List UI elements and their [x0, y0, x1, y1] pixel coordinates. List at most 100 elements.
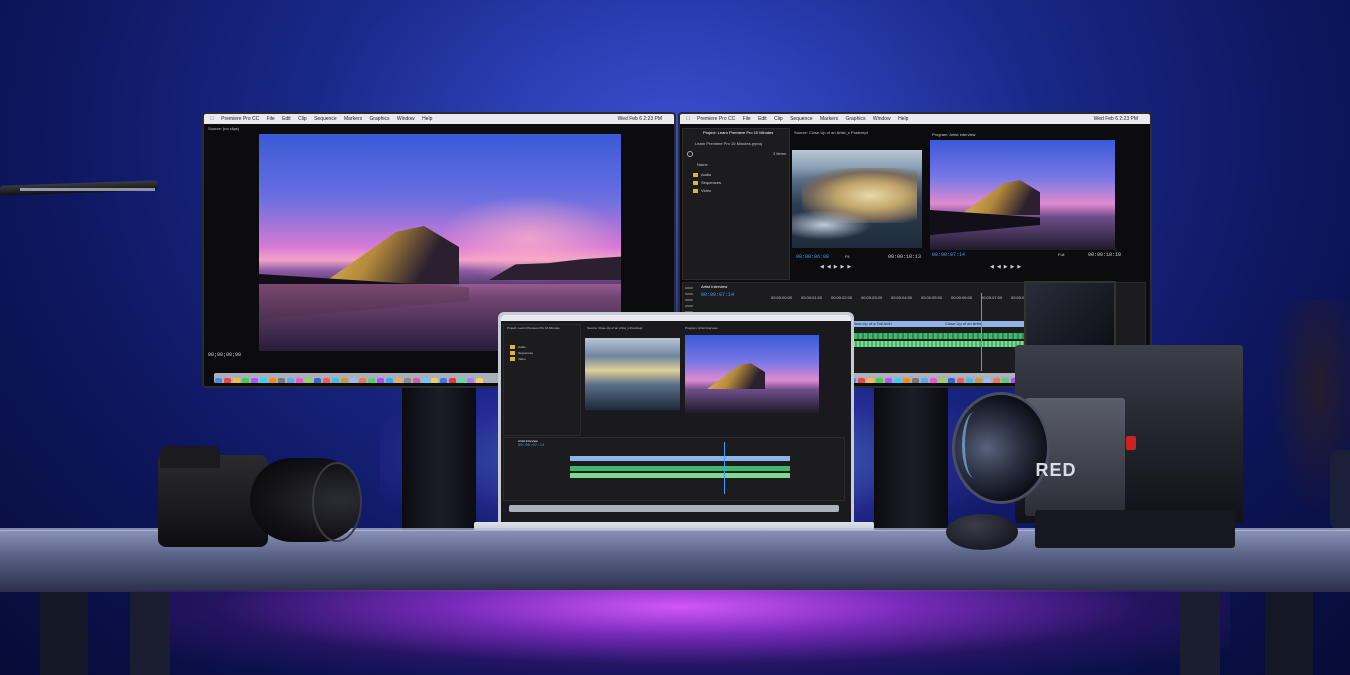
- folder-sequences[interactable]: Sequences: [693, 180, 721, 185]
- folder-video[interactable]: Video: [693, 188, 711, 193]
- ruler-6: 00:00:06:00: [951, 295, 972, 300]
- laptop-timeline-panel: Artist Interview 00:00:07:14: [503, 437, 845, 501]
- ruler-0: 00:00:00:00: [771, 295, 792, 300]
- menu-window[interactable]: Window: [397, 116, 415, 122]
- source-preview-image: [792, 150, 922, 248]
- desk-leg-right-2: [1265, 592, 1313, 675]
- apple-icon[interactable]: : [686, 116, 690, 122]
- menubar-clock: Wed Feb 6 2:23 PM: [1094, 114, 1138, 124]
- program-preview-image: [930, 140, 1115, 250]
- laptop-lid: Project: Learn Premiere Pro 10 Minutes A…: [498, 312, 854, 530]
- laptop-dock: [509, 505, 839, 512]
- left-menubar:  Premiere Pro CC File Edit Clip Sequenc…: [204, 114, 674, 124]
- red-logo-text: RED: [1035, 460, 1076, 480]
- laptop-folder-video[interactable]: Video: [510, 357, 526, 361]
- menu-markers[interactable]: Markers: [344, 116, 362, 122]
- laptop-source-tab[interactable]: Source: Close-Up of an Artist_s Postcrep…: [587, 326, 642, 330]
- right-menubar:  Premiere Pro CC File Edit Clip Sequenc…: [680, 114, 1150, 124]
- sequence-timecode: 00:00:07:14: [701, 292, 734, 298]
- program-transport-controls[interactable]: ◀◀▶▶▶: [990, 264, 1070, 270]
- folder-icon: [693, 189, 698, 193]
- menu-clip[interactable]: Clip: [774, 116, 783, 122]
- ruler-4: 00:00:04:00: [891, 295, 912, 300]
- laptop-folder-audio[interactable]: Audio: [510, 345, 526, 349]
- laptop-sequence-tab[interactable]: Artist Interview: [518, 439, 538, 443]
- ruler-2: 00:00:02:00: [831, 295, 852, 300]
- left-panel-tab[interactable]: Source: (no clips): [208, 126, 239, 131]
- cinema-camera-base-plate: [1035, 510, 1235, 548]
- computer-mouse: [946, 514, 1018, 550]
- folder-audio[interactable]: Audio: [693, 172, 711, 177]
- menu-app[interactable]: Premiere Pro CC: [697, 116, 735, 122]
- laptop-audio-clip-2[interactable]: [570, 473, 790, 478]
- source-preview-surf: [792, 210, 872, 240]
- menu-edit[interactable]: Edit: [282, 116, 291, 122]
- laptop-video-clip[interactable]: [570, 456, 790, 461]
- right-monitor-stand: [874, 382, 948, 537]
- laptop-program-tab[interactable]: Program: Artist Interview: [685, 326, 718, 330]
- project-search-icon[interactable]: [687, 151, 693, 157]
- menu-file[interactable]: File: [267, 116, 275, 122]
- ruler-7: 00:00:07:00: [981, 295, 1002, 300]
- folder-icon: [693, 173, 698, 177]
- menu-app[interactable]: Premiere Pro CC: [221, 116, 259, 122]
- menu-edit[interactable]: Edit: [758, 116, 767, 122]
- menubar-clock: Wed Feb 6 2:23 PM: [618, 114, 662, 124]
- laptop-folder-video-label: Video: [518, 357, 526, 361]
- ruler-3: 00:00:03:00: [861, 295, 882, 300]
- left-timecode: 00;00;00;00: [208, 352, 241, 358]
- folder-icon: [693, 181, 698, 185]
- left-preview-building: [319, 226, 459, 286]
- menu-graphics[interactable]: Graphics: [845, 116, 865, 122]
- laptop-menubar: [501, 315, 851, 321]
- cinema-camera-lens-highlight: [962, 412, 987, 478]
- timeline-audio-clip[interactable]: [849, 333, 1029, 339]
- menu-markers[interactable]: Markers: [820, 116, 838, 122]
- project-tab[interactable]: Project: Learn Premiere Pro 10 Minutes: [703, 130, 773, 135]
- desk-lamp-light: [20, 188, 155, 191]
- menu-graphics[interactable]: Graphics: [369, 116, 389, 122]
- program-full[interactable]: Full: [1058, 252, 1064, 257]
- menu-file[interactable]: File: [743, 116, 751, 122]
- laptop-audio-clip[interactable]: [570, 466, 790, 471]
- laptop-project-tab[interactable]: Project: Learn Premiere Pro 10 Minutes: [507, 326, 560, 330]
- menu-clip[interactable]: Clip: [298, 116, 307, 122]
- mirrorless-camera-lens-ring: [312, 462, 362, 542]
- program-duration: 00:00:18:10: [1088, 252, 1121, 258]
- under-desk-led-glow: [130, 590, 1230, 675]
- timeline-audio-clip-2[interactable]: [849, 341, 1029, 347]
- folder-icon: [510, 345, 515, 349]
- cinema-camera-button-red: [1126, 436, 1136, 450]
- laptop-folder-sequences[interactable]: Sequences: [510, 351, 533, 355]
- source-tab[interactable]: Source: Close-Up of an Artist_s Postcrep…: [794, 130, 868, 135]
- laptop-project-panel: Project: Learn Premiere Pro 10 Minutes A…: [503, 324, 581, 436]
- menu-help[interactable]: Help: [422, 116, 432, 122]
- menu-window[interactable]: Window: [873, 116, 891, 122]
- clip-label-2: Close-Up of an Artist: [945, 321, 982, 326]
- laptop-playhead[interactable]: [724, 442, 725, 494]
- menu-sequence[interactable]: Sequence: [314, 116, 337, 122]
- sequence-tab[interactable]: Artist Interview: [701, 284, 727, 289]
- source-fit[interactable]: Fit: [845, 254, 849, 259]
- laptop-folder-audio-label: Audio: [518, 345, 526, 349]
- laptop-sequence-timecode: 00:00:07:14: [518, 444, 544, 448]
- project-items-count: 3 Items: [773, 151, 786, 156]
- apple-icon[interactable]: : [210, 116, 214, 122]
- desk-leg-left: [40, 592, 88, 675]
- folder-icon: [510, 357, 515, 361]
- menu-sequence[interactable]: Sequence: [790, 116, 813, 122]
- project-name-header: Name: [697, 162, 708, 167]
- mirrorless-camera-grip: [160, 446, 220, 468]
- timeline-playhead[interactable]: [981, 293, 982, 371]
- plant-pot: [1330, 450, 1350, 530]
- menu-help[interactable]: Help: [898, 116, 908, 122]
- source-timecode: 00:00:06:08: [796, 254, 829, 260]
- source-transport-controls[interactable]: ◀◀▶▶▶: [820, 264, 900, 270]
- clip-label-1: Close-Up of a Tall Arch: [851, 321, 892, 326]
- program-tab[interactable]: Program: Artist Interview: [932, 132, 976, 137]
- laptop-source-preview: [585, 338, 680, 410]
- folder-icon: [510, 351, 515, 355]
- left-dock: [214, 373, 504, 383]
- laptop-program-building: [707, 363, 765, 389]
- desk-leg-right: [1180, 592, 1220, 675]
